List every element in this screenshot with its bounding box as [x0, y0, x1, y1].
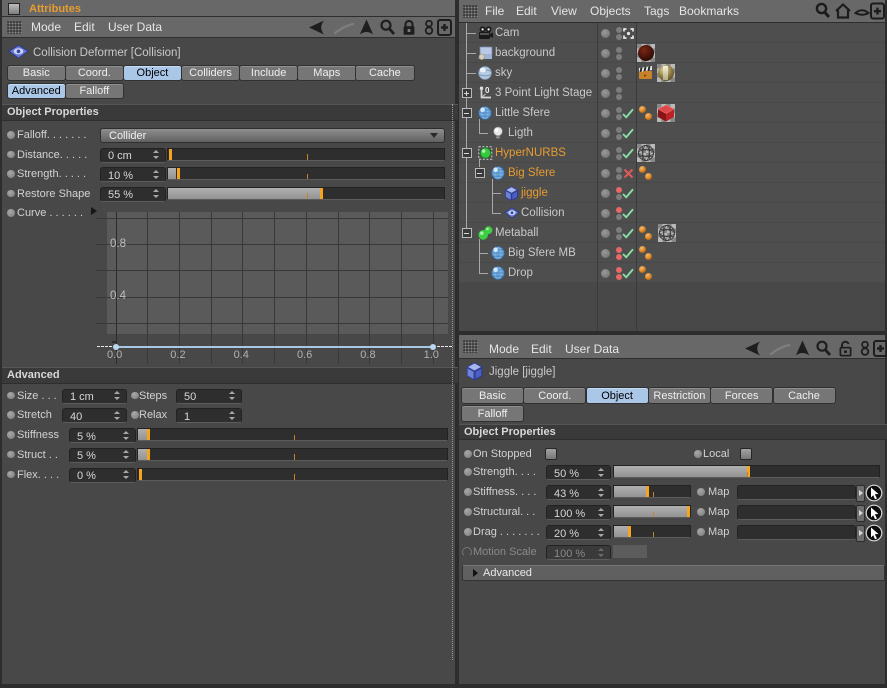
svg-text:0: 0: [485, 86, 490, 95]
